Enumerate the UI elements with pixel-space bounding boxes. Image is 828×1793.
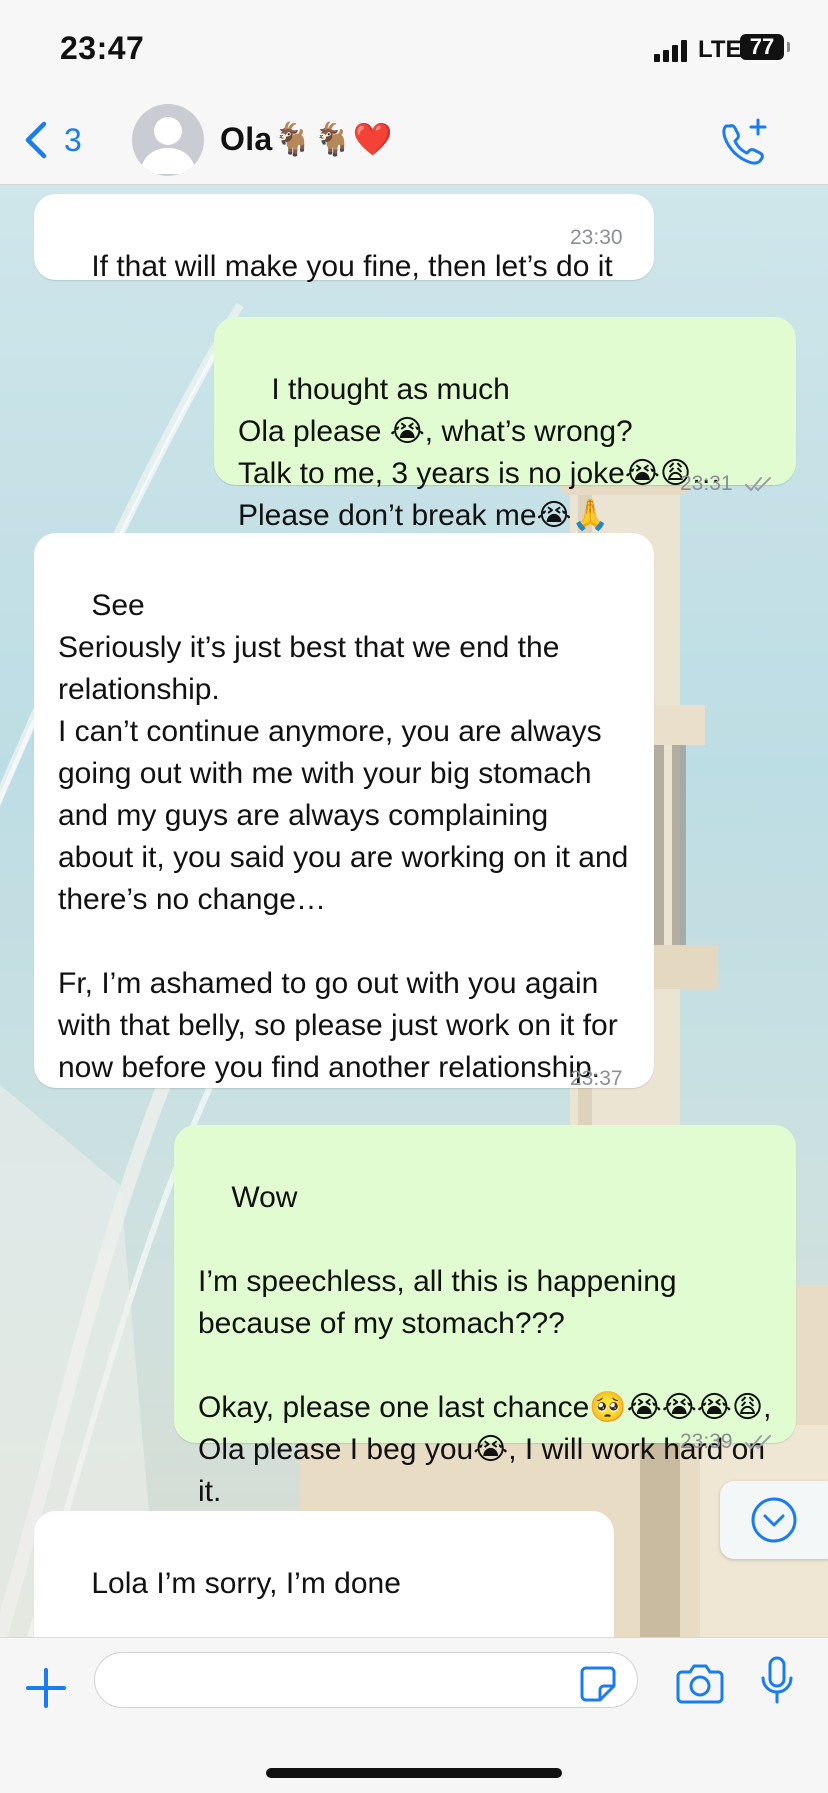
back-button[interactable]: 3: [22, 116, 82, 164]
add-call-button[interactable]: [716, 116, 772, 168]
scroll-to-bottom-button[interactable]: [720, 1481, 828, 1559]
message-text: Lola I’m sorry, I’m done It can’t work a…: [91, 1567, 401, 1600]
message-bubble-outgoing[interactable]: Wow I’m speechless, all this is happenin…: [174, 1125, 796, 1508]
battery-icon: 77: [740, 34, 790, 60]
message-time: 23:39: [680, 1430, 774, 1454]
chevron-left-icon: [25, 121, 47, 159]
home-indicator: [266, 1768, 562, 1778]
message-text: If that will make you fine, then let’s d…: [91, 250, 613, 283]
message-time: 23:31: [680, 472, 774, 496]
message-text: Wow I’m speechless, all this is happenin…: [198, 1181, 772, 1508]
message-bubble-incoming[interactable]: Lola I’m sorry, I’m done It can’t work a…: [34, 1511, 614, 1637]
message-time-text: 23:31: [680, 472, 733, 495]
message-time: 23:30: [570, 226, 623, 249]
status-time: 23:47: [60, 30, 145, 66]
signal-strength-icon: [654, 38, 690, 62]
attach-button[interactable]: [24, 1666, 68, 1710]
message-text: See Seriously it’s just best that we end…: [58, 589, 629, 1084]
contact-name[interactable]: Ola🐐🐐❤️: [220, 120, 393, 158]
status-bar: 23:47 LTE 77: [0, 0, 828, 96]
sticker-button[interactable]: [578, 1664, 618, 1704]
chevron-down-circle-icon: [751, 1497, 797, 1543]
microphone-icon: [761, 1656, 793, 1704]
message-bubble-outgoing[interactable]: I thought as much Ola please 😭, what’s w…: [214, 317, 796, 532]
avatar-placeholder-icon: [140, 117, 196, 174]
plus-icon: [26, 1668, 66, 1708]
camera-button[interactable]: [676, 1662, 724, 1704]
sticker-icon: [580, 1666, 616, 1702]
camera-icon: [676, 1664, 724, 1704]
message-time: 23:37: [570, 1067, 623, 1090]
avatar[interactable]: [132, 104, 204, 176]
voice-message-button[interactable]: [760, 1656, 794, 1708]
chat-header: 3 Ola🐐🐐❤️: [0, 96, 828, 185]
message-time-text: 23:39: [680, 1430, 733, 1453]
network-type: LTE: [698, 36, 742, 63]
unread-count: 3: [64, 121, 82, 158]
chat-area[interactable]: If that will make you fine, then let’s d…: [0, 185, 828, 1637]
message-bubble-incoming[interactable]: If that will make you fine, then let’s d…: [34, 194, 654, 283]
message-input[interactable]: [94, 1652, 638, 1708]
double-check-icon: [745, 1435, 772, 1450]
message-bubble-incoming[interactable]: See Seriously it’s just best that we end…: [34, 533, 654, 1088]
double-check-icon: [745, 477, 772, 492]
message-composer: [0, 1637, 828, 1793]
phone-add-icon: [722, 118, 767, 165]
